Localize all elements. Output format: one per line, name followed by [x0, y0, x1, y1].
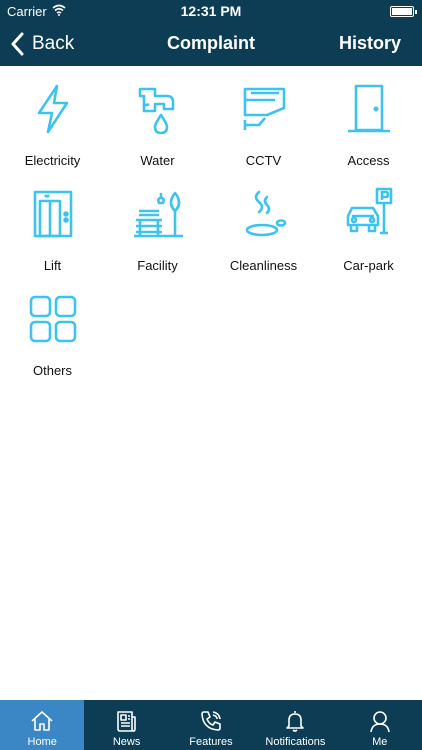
category-label: Car-park — [343, 258, 394, 273]
wet-floor-icon — [245, 190, 287, 237]
category-water[interactable]: Water — [105, 66, 210, 171]
category-label: Cleanliness — [229, 258, 298, 273]
tab-label: Home — [27, 736, 57, 748]
park-bench-icon — [134, 191, 183, 238]
category-label: Access — [347, 153, 390, 168]
car-park-icon — [346, 187, 393, 235]
category-lift[interactable]: Lift — [0, 171, 105, 276]
category-car-park[interactable]: Car-park — [316, 171, 421, 276]
tab-news[interactable]: News — [84, 700, 168, 750]
tab-features[interactable]: Features — [169, 700, 253, 750]
category-facility[interactable]: Facility — [105, 171, 210, 276]
grid-squares-icon — [29, 295, 77, 343]
tab-me[interactable]: Me — [338, 700, 422, 750]
category-cleanliness[interactable]: Cleanliness — [211, 171, 316, 276]
tab-label: Me — [372, 736, 388, 748]
tab-bar: Home News Features Notifications Me — [0, 700, 422, 750]
navigation-bar: Back Complaint History — [0, 22, 422, 66]
tab-label: News — [112, 736, 141, 748]
category-label: Water — [140, 153, 175, 168]
tab-notifications[interactable]: Notifications — [253, 700, 337, 750]
category-others[interactable]: Others — [0, 276, 105, 381]
lightning-icon — [37, 84, 69, 134]
water-tap-icon — [138, 87, 175, 135]
category-label: Others — [32, 363, 72, 378]
tab-home[interactable]: Home — [0, 700, 85, 750]
category-cctv[interactable]: CCTV — [211, 66, 316, 171]
category-label: Electricity — [24, 153, 81, 168]
user-icon — [369, 711, 390, 733]
status-bar: Carrier 12:31 PM — [0, 0, 422, 22]
category-access[interactable]: Access — [316, 66, 421, 171]
phone-icon — [200, 711, 221, 731]
category-electricity[interactable]: Electricity — [0, 66, 105, 171]
elevator-icon — [33, 190, 73, 238]
newspaper-icon — [117, 711, 137, 732]
cctv-camera-icon — [243, 87, 286, 130]
bell-icon — [286, 711, 304, 732]
category-label: Facility — [137, 258, 178, 273]
tab-label: Notifications — [265, 736, 326, 748]
home-icon — [31, 711, 53, 731]
category-label: Lift — [43, 258, 62, 273]
battery-icon — [390, 6, 417, 17]
door-icon — [348, 84, 390, 133]
clock: 12:31 PM — [180, 3, 242, 19]
tab-label: Features — [189, 736, 233, 748]
category-label: CCTV — [245, 153, 282, 168]
history-button[interactable]: History — [339, 33, 401, 54]
